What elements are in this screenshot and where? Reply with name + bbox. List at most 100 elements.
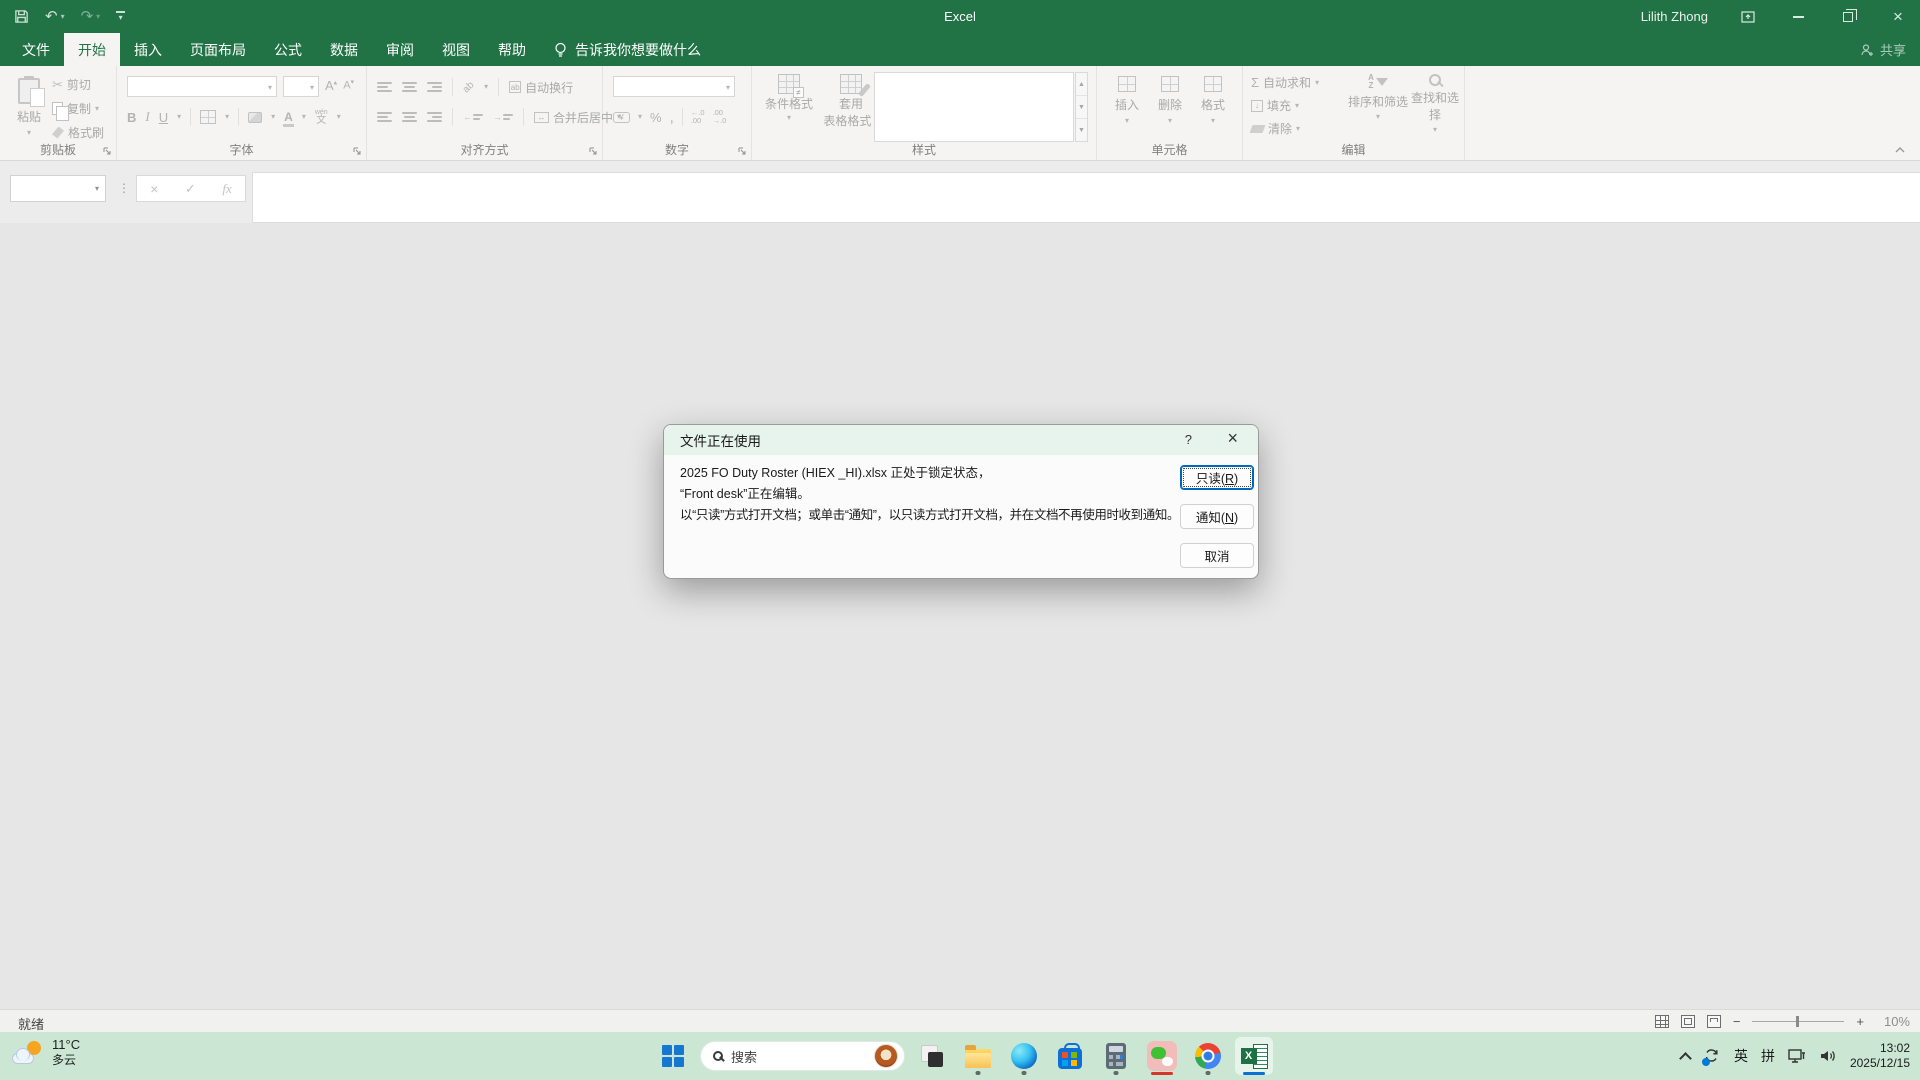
network-icon[interactable] [1788, 1048, 1806, 1064]
font-name-combo[interactable]: ▾ [127, 76, 277, 97]
increase-decimal-button[interactable]: ←.0.00 [691, 109, 705, 126]
wrap-text-button[interactable]: ab自动换行 [509, 79, 573, 96]
zoom-out-button[interactable]: − [1733, 1014, 1741, 1029]
tab-help[interactable]: 帮助 [484, 33, 540, 66]
drag-handle-icon[interactable]: ⋮ [118, 181, 130, 195]
hidden-icons-chevron[interactable] [1679, 1052, 1692, 1065]
normal-view-button[interactable] [1655, 1015, 1669, 1028]
italic-button[interactable]: I [145, 109, 149, 125]
increase-indent-button[interactable]: → [493, 112, 513, 122]
zoom-slider-thumb[interactable] [1796, 1016, 1799, 1027]
share-button[interactable]: 共享 [1860, 33, 1906, 66]
gallery-more-button[interactable]: ▼ [1076, 119, 1087, 141]
find-select-button[interactable]: 查找和选择 ▾ [1407, 74, 1463, 134]
ime-language-pinyin[interactable]: 拼 [1761, 1046, 1775, 1066]
underline-button[interactable]: U [159, 110, 168, 125]
comma-button[interactable]: , [670, 109, 674, 126]
ime-language-english[interactable]: 英 [1734, 1046, 1748, 1066]
percent-button[interactable]: % [650, 110, 662, 125]
number-dialog-launcher[interactable] [737, 146, 747, 156]
paste-button[interactable]: 粘贴 ▾ [9, 74, 49, 140]
fill-button[interactable]: ↓填充▾ [1251, 97, 1319, 114]
align-left-button[interactable] [377, 112, 392, 122]
align-right-button[interactable] [427, 112, 442, 122]
start-button[interactable] [654, 1036, 692, 1076]
minimize-button[interactable] [1788, 7, 1808, 27]
tab-view[interactable]: 视图 [428, 33, 484, 66]
collapse-ribbon-button[interactable] [1894, 146, 1906, 154]
bottom-align-button[interactable] [427, 82, 442, 92]
number-format-combo[interactable]: ▾ [613, 76, 735, 97]
top-align-button[interactable] [377, 82, 392, 92]
zoom-slider[interactable] [1752, 1021, 1844, 1022]
task-view-button[interactable] [913, 1036, 951, 1076]
clipboard-dialog-launcher[interactable] [102, 146, 112, 156]
font-color-button[interactable]: A [284, 110, 293, 124]
read-only-button[interactable]: 只读(R) [1180, 465, 1254, 490]
cell-styles-gallery[interactable] [874, 72, 1074, 142]
ribbon-display-options-button[interactable] [1738, 7, 1758, 27]
tab-home[interactable]: 开始 [64, 33, 120, 66]
cancel-button[interactable]: 取消 [1180, 543, 1254, 568]
fill-color-button[interactable] [248, 112, 262, 123]
tell-me-box[interactable]: 告诉我你想要做什么 [554, 33, 701, 66]
tab-data[interactable]: 数据 [316, 33, 372, 66]
tab-insert[interactable]: 插入 [120, 33, 176, 66]
restore-button[interactable] [1838, 7, 1858, 27]
zoom-in-button[interactable]: + [1856, 1014, 1864, 1029]
zoom-level[interactable]: 10% [1876, 1014, 1910, 1029]
tab-file[interactable]: 文件 [8, 33, 64, 66]
file-explorer-button[interactable] [959, 1036, 997, 1076]
gallery-down-button[interactable]: ▼ [1076, 96, 1087, 119]
decrease-indent-button[interactable]: ← [463, 112, 483, 122]
weather-widget[interactable]: 11°C多云 [12, 1037, 80, 1068]
alignment-dialog-launcher[interactable] [588, 146, 598, 156]
copy-button[interactable]: 复制▾ [52, 100, 104, 117]
speaker-icon[interactable] [1819, 1048, 1837, 1064]
middle-align-button[interactable] [402, 82, 417, 92]
conditional-formatting-button[interactable]: ≠ 条件格式 ▾ [760, 74, 818, 122]
name-box[interactable]: ▾ [10, 175, 106, 202]
decrease-decimal-button[interactable]: .00→.0 [713, 109, 727, 126]
align-center-button[interactable] [402, 112, 417, 122]
font-size-combo[interactable]: ▾ [283, 76, 319, 97]
confirm-entry-button[interactable]: ✓ [185, 181, 196, 197]
calculator-button[interactable] [1097, 1036, 1135, 1076]
formula-input[interactable] [252, 172, 1920, 223]
notify-button[interactable]: 通知(N) [1180, 504, 1254, 529]
cut-button[interactable]: ✂剪切 [52, 76, 104, 93]
excel-taskbar-button[interactable]: X [1235, 1036, 1273, 1076]
clear-button[interactable]: 清除▾ [1251, 120, 1319, 137]
grow-font-button[interactable]: A▴ [325, 78, 337, 93]
gallery-up-button[interactable]: ▲ [1076, 73, 1087, 96]
insert-function-button[interactable]: fx [222, 181, 231, 197]
insert-cells-button[interactable]: 插入 ▾ [1107, 76, 1147, 125]
shrink-font-button[interactable]: A▾ [343, 78, 354, 93]
close-button[interactable]: × [1888, 7, 1908, 27]
font-dialog-launcher[interactable] [352, 146, 362, 156]
chrome-button[interactable] [1189, 1036, 1227, 1076]
accounting-format-button[interactable]: ¥ [613, 112, 630, 123]
delete-cells-button[interactable]: 删除 ▾ [1150, 76, 1190, 125]
wechat-button[interactable] [1143, 1036, 1181, 1076]
dialog-close-button[interactable]: × [1227, 429, 1238, 447]
borders-button[interactable] [200, 110, 216, 124]
edge-button[interactable] [1005, 1036, 1043, 1076]
dialog-help-button[interactable]: ? [1185, 432, 1192, 447]
clock[interactable]: 13:02 2025/12/15 [1850, 1041, 1910, 1071]
microsoft-store-button[interactable] [1051, 1036, 1089, 1076]
autosum-button[interactable]: Σ自动求和▾ [1251, 74, 1319, 91]
bold-button[interactable]: B [127, 110, 136, 125]
search-box[interactable]: 搜索 [700, 1041, 905, 1071]
cancel-entry-button[interactable]: × [150, 181, 158, 197]
tab-review[interactable]: 审阅 [372, 33, 428, 66]
page-layout-view-button[interactable] [1681, 1015, 1695, 1028]
tab-formulas[interactable]: 公式 [260, 33, 316, 66]
tab-page-layout[interactable]: 页面布局 [176, 33, 260, 66]
phonetic-guide-button[interactable]: wén文 [315, 109, 328, 126]
sync-tray-icon[interactable] [1703, 1047, 1721, 1065]
format-painter-button[interactable]: 格式刷 [52, 124, 104, 141]
orientation-button[interactable]: ab [461, 79, 477, 95]
sort-filter-button[interactable]: AZ 排序和筛选 ▾ [1347, 74, 1409, 121]
page-break-view-button[interactable] [1707, 1015, 1721, 1028]
